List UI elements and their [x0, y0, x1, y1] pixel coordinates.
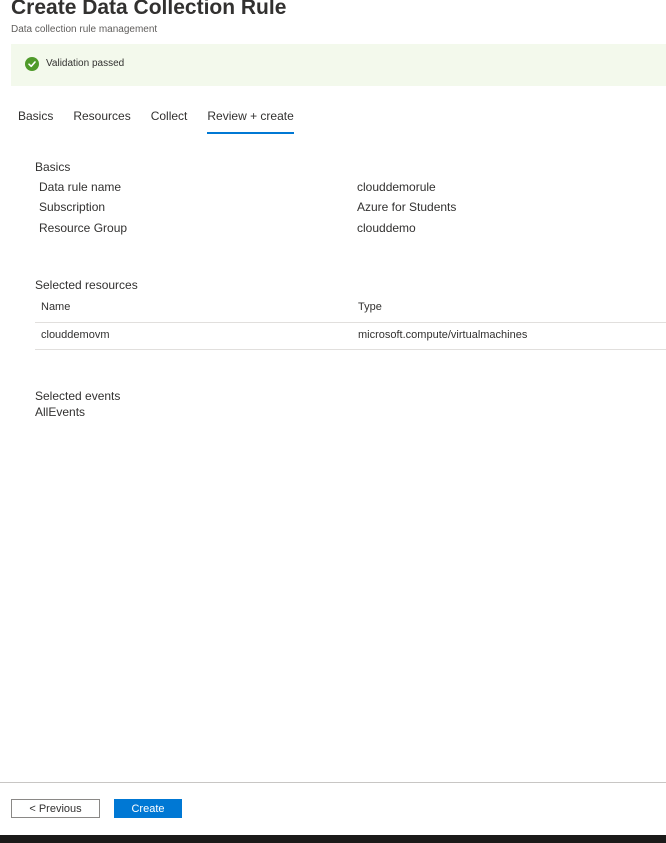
- column-header-name: Name: [41, 301, 71, 313]
- resource-type-cell: microsoft.compute/virtualmachines: [358, 329, 528, 341]
- subscription-value: Azure for Students: [357, 200, 457, 214]
- tab-collect[interactable]: Collect: [151, 109, 188, 129]
- wizard-tabs: Basics Resources Collect Review + create: [18, 109, 314, 134]
- selected-resources-title: Selected resources: [35, 278, 138, 292]
- subscription-label: Subscription: [39, 200, 106, 214]
- tab-resources[interactable]: Resources: [73, 109, 130, 129]
- selected-events-value: AllEvents: [35, 405, 86, 419]
- resources-table-header: Name Type: [35, 300, 666, 323]
- tab-review-create[interactable]: Review + create: [207, 109, 295, 134]
- page-title: Create Data Collection Rule: [11, 0, 287, 19]
- previous-button[interactable]: < Previous: [11, 799, 100, 818]
- check-circle-icon: [25, 57, 39, 71]
- create-button[interactable]: Create: [114, 799, 182, 818]
- page-subtitle: Data collection rule management: [11, 24, 158, 35]
- validation-text: Validation passed: [46, 58, 125, 69]
- footer-divider: [0, 782, 666, 783]
- taskbar-strip: [0, 835, 666, 843]
- basics-section-title: Basics: [35, 160, 71, 174]
- tab-basics[interactable]: Basics: [18, 109, 53, 129]
- data-rule-name-label: Data rule name: [39, 180, 122, 194]
- validation-banner: Validation passed: [11, 44, 666, 86]
- column-header-type: Type: [358, 301, 382, 313]
- table-row: clouddemovm microsoft.compute/virtualmac…: [35, 322, 666, 350]
- resource-name-cell: clouddemovm: [41, 329, 110, 341]
- selected-events-title: Selected events: [35, 389, 121, 403]
- resource-group-value: clouddemo: [357, 221, 416, 235]
- data-rule-name-value: clouddemorule: [357, 180, 436, 194]
- resource-group-label: Resource Group: [39, 221, 128, 235]
